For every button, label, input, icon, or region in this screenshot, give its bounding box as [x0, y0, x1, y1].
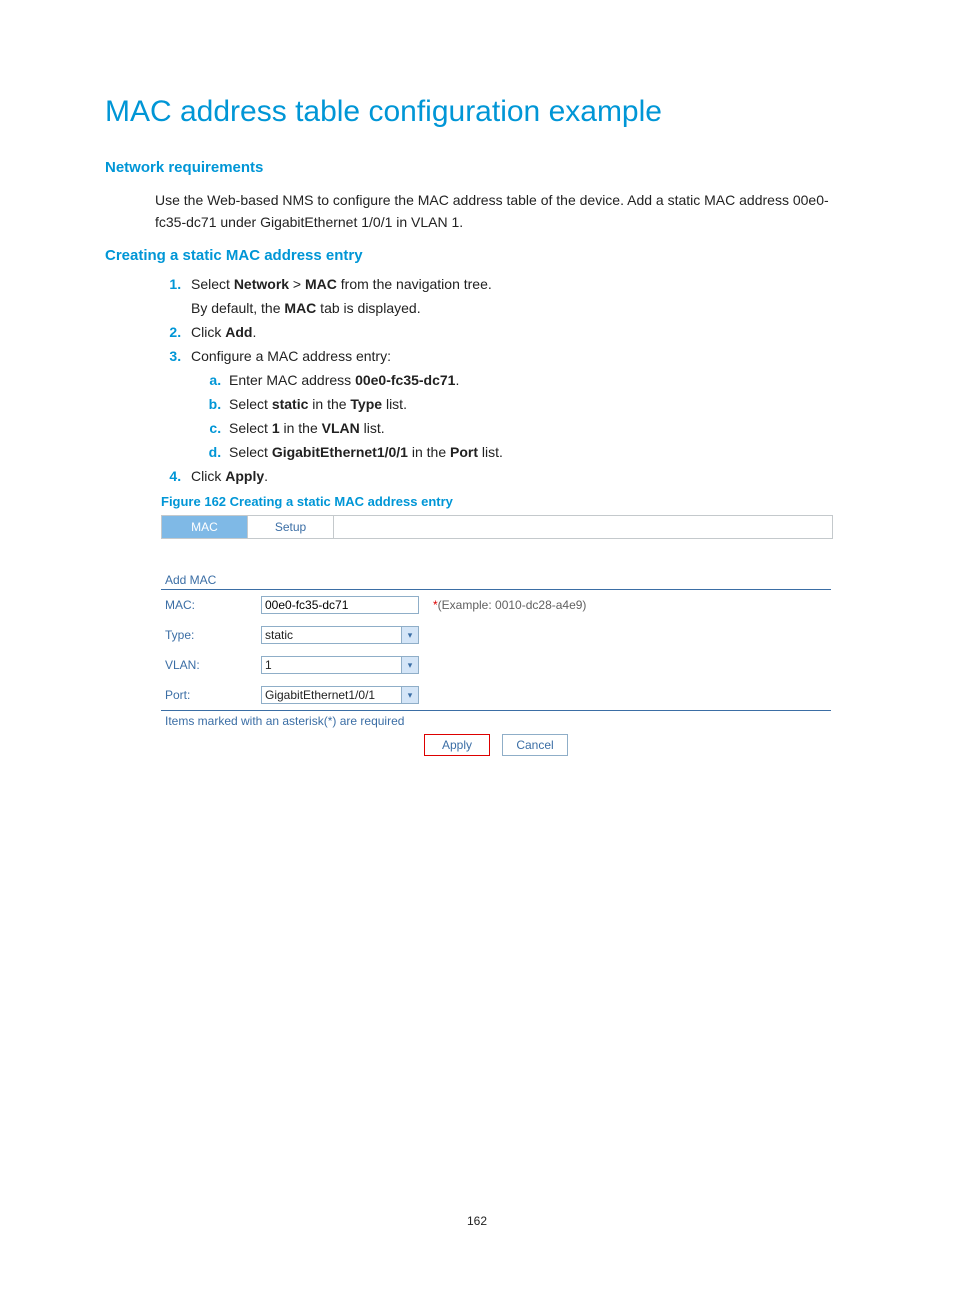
step-3b: Select static in the Type list.: [225, 396, 844, 412]
step-2: Click Add.: [185, 324, 844, 340]
label-mac: MAC:: [161, 598, 261, 612]
type-select[interactable]: static ▾: [261, 626, 419, 644]
figure-caption: Figure 162 Creating a static MAC address…: [161, 494, 844, 509]
port-select[interactable]: GigabitEthernet1/0/1 ▾: [261, 686, 419, 704]
page-number: 162: [0, 1214, 954, 1228]
chevron-down-icon: ▾: [401, 687, 418, 703]
chevron-down-icon: ▾: [401, 657, 418, 673]
step-3c: Select 1 in the VLAN list.: [225, 420, 844, 436]
paragraph-requirements: Use the Web-based NMS to configure the M…: [155, 190, 844, 233]
panel-heading: Add MAC: [165, 573, 831, 587]
step-3a: Enter MAC address 00e0-fc35-dc71.: [225, 372, 844, 388]
step-4: Click Apply.: [185, 468, 844, 484]
add-mac-form: MAC: *(Example: 0010-dc28-a4e9) Type: st…: [161, 589, 831, 711]
tab-bar: MAC Setup: [161, 515, 833, 539]
section-heading-create: Creating a static MAC address entry: [105, 247, 844, 264]
tab-mac[interactable]: MAC: [162, 516, 248, 538]
mac-hint: *(Example: 0010-dc28-a4e9): [431, 598, 586, 612]
chevron-down-icon: ▾: [401, 627, 418, 643]
apply-button[interactable]: Apply: [424, 734, 490, 756]
vlan-select[interactable]: 1 ▾: [261, 656, 419, 674]
figure-add-mac: MAC Setup Add MAC MAC: *(Example: 0010-d…: [161, 515, 831, 756]
page-title: MAC address table configuration example: [105, 95, 844, 129]
tab-setup[interactable]: Setup: [248, 516, 334, 538]
required-note: Items marked with an asterisk(*) are req…: [165, 714, 831, 728]
label-type: Type:: [161, 628, 261, 642]
label-port: Port:: [161, 688, 261, 702]
section-heading-requirements: Network requirements: [105, 159, 844, 176]
step-1: Select Network > MAC from the navigation…: [185, 276, 844, 316]
steps-list: Select Network > MAC from the navigation…: [155, 276, 844, 484]
label-vlan: VLAN:: [161, 658, 261, 672]
cancel-button[interactable]: Cancel: [502, 734, 568, 756]
step-3d: Select GigabitEthernet1/0/1 in the Port …: [225, 444, 844, 460]
mac-input[interactable]: [261, 596, 419, 614]
step-3: Configure a MAC address entry: Enter MAC…: [185, 348, 844, 460]
